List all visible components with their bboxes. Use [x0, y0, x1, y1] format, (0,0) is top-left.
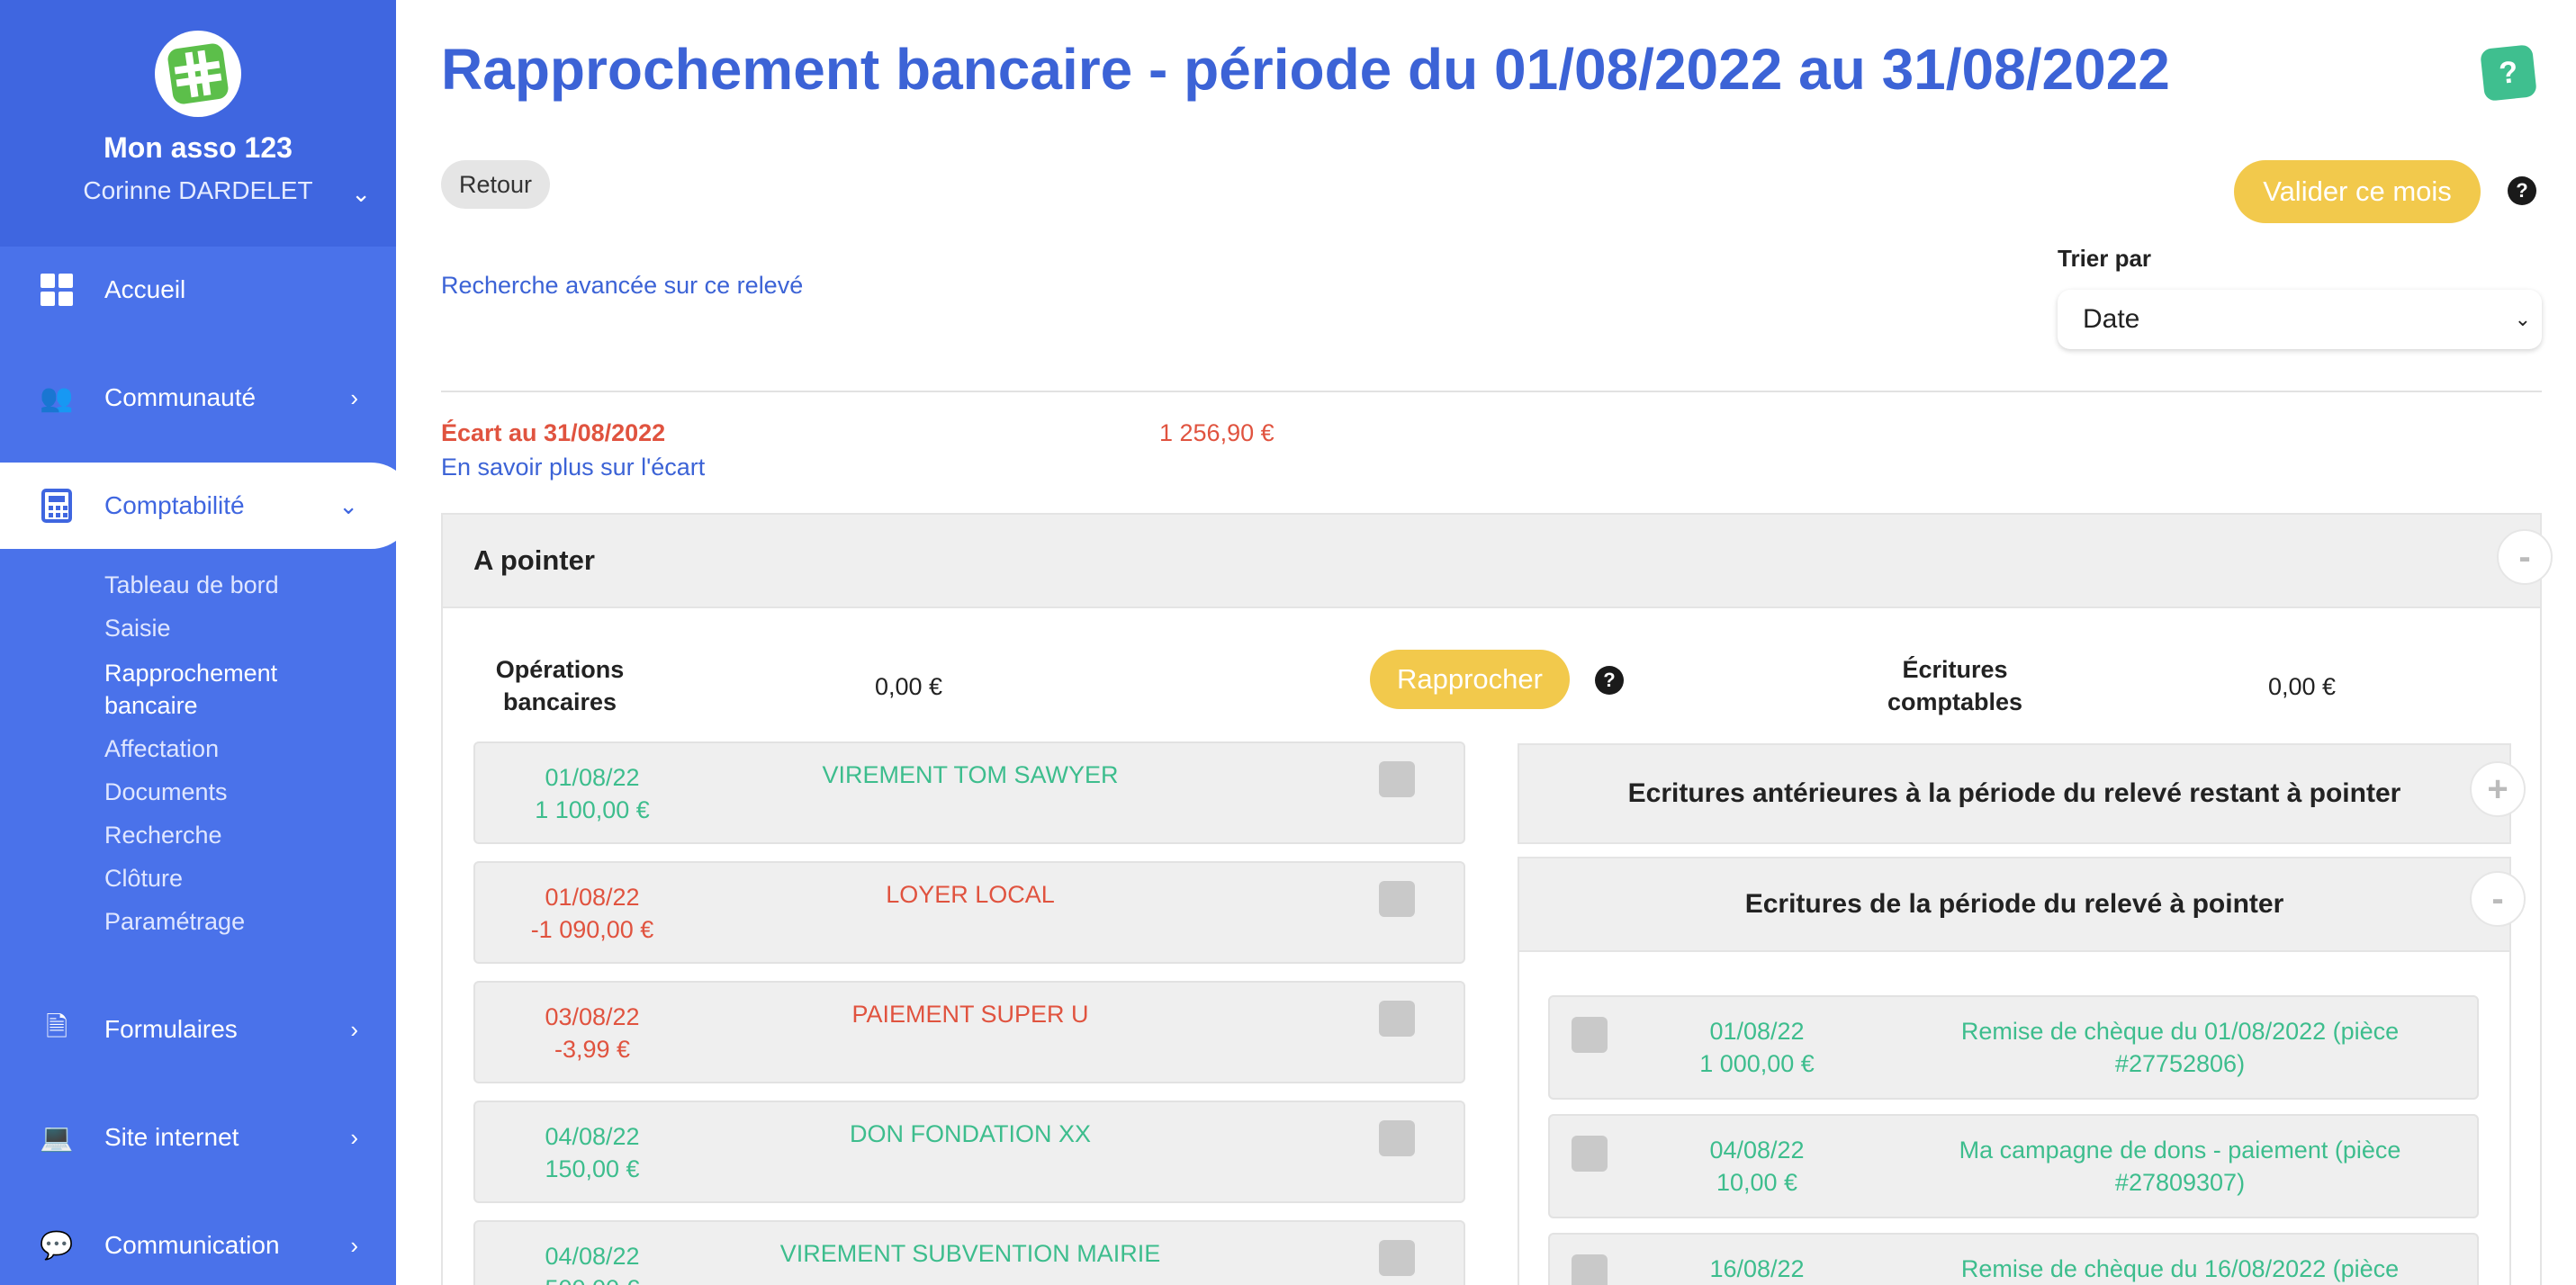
collapse-period-entries-button[interactable]: -: [2470, 871, 2526, 927]
subnav-parametrage[interactable]: Paramétrage: [104, 905, 245, 938]
operation-date-amount: 04/08/22500,00 €: [545, 1243, 640, 1285]
gap-info-link[interactable]: En savoir plus sur l'écart: [441, 454, 705, 481]
entry-label: Remise de chèque du 01/08/2022 (pièce #27…: [1960, 1018, 2400, 1077]
accounting-entries-label: Écritures comptables: [1887, 656, 2023, 715]
entry-checkbox[interactable]: [1572, 1136, 1608, 1172]
advanced-search-link[interactable]: Recherche avancée sur ce relevé: [441, 272, 803, 300]
period-entries-panel: Ecritures de la période du relevé à poin…: [1518, 857, 2511, 1285]
operation-label: LOYER LOCAL: [886, 881, 1055, 908]
chat-icon: 💬: [40, 1230, 74, 1261]
operation-date-amount: 04/08/22 150,00 €: [545, 1123, 640, 1182]
period-entries-title: Ecritures de la période du relevé à poin…: [1519, 858, 2509, 952]
gap-value: 1 256,90 €: [1159, 419, 1274, 446]
entry-date-amount: 16/08/22: [1709, 1255, 1805, 1282]
operation-label: VIREMENT SUBVENTION MAIRIE: [779, 1240, 1161, 1267]
help-button[interactable]: ?: [2480, 44, 2537, 102]
subnav-tableau-de-bord[interactable]: Tableau de bord: [104, 569, 279, 601]
sidebar: Mon asso 123 Corinne DARDELET ⌄ Accueil …: [0, 0, 414, 1285]
accounting-entry-card[interactable]: 01/08/22 1 000,00 € Remise de chèque du 0…: [1548, 995, 2479, 1100]
accounting-entries-total: 0,00 €: [2268, 673, 2337, 700]
entry-checkbox[interactable]: [1572, 1017, 1608, 1053]
page-title: Rapprochement bancaire - période du 01/0…: [441, 37, 2170, 102]
operation-checkbox[interactable]: [1379, 761, 1415, 797]
document-icon: 🗎: [45, 1011, 68, 1042]
sidebar-item-communication[interactable]: 💬 Communication ›: [0, 1202, 396, 1285]
chevron-down-icon: ⌄: [338, 491, 358, 519]
question-icon[interactable]: ?: [2508, 176, 2536, 205]
divider: [441, 391, 2542, 392]
bank-operation-card[interactable]: 01/08/22 1 100,00 € VIREMENT TOM SAWYER: [473, 741, 1465, 844]
operation-checkbox[interactable]: [1379, 1120, 1415, 1156]
bank-operation-card[interactable]: 01/08/22 -1 090,00 € LOYER LOCAL: [473, 861, 1465, 964]
question-icon[interactable]: ?: [1595, 666, 1624, 695]
entry-date-amount: 01/08/22 1 000,00 €: [1699, 1018, 1815, 1077]
chevron-right-icon: ›: [350, 383, 358, 411]
subnav-affectation[interactable]: Affectation: [104, 732, 219, 765]
laptop-icon: 💻: [40, 1122, 74, 1153]
sort-label: Trier par: [2058, 245, 2152, 272]
earlier-entries-panel[interactable]: Ecritures antérieures à la période du re…: [1518, 743, 2511, 844]
subnav-rapprochement-bancaire[interactable]: Rapprochement bancaire: [104, 657, 320, 722]
operation-date-amount: 01/08/22 -1 090,00 €: [530, 884, 654, 943]
sidebar-item-label: Comptabilité: [104, 491, 245, 519]
sort-select-value: Date: [2083, 304, 2140, 334]
gap-label: Écart au 31/08/2022: [441, 419, 666, 446]
operation-date-amount: 03/08/22 -3,99 €: [545, 1003, 640, 1063]
sidebar-item-label: Communication: [104, 1231, 280, 1259]
users-icon: 👥: [40, 382, 74, 413]
bank-operation-card[interactable]: 03/08/22 -3,99 € PAIEMENT SUPER U: [473, 981, 1465, 1083]
earlier-entries-title: Ecritures antérieures à la période du re…: [1519, 745, 2509, 842]
operation-label: PAIEMENT SUPER U: [851, 1001, 1089, 1028]
entry-date-amount: 04/08/22 10,00 €: [1709, 1137, 1805, 1196]
collapse-panel-button[interactable]: -: [2497, 529, 2553, 585]
sidebar-item-label: Accueil: [104, 275, 186, 303]
chevron-right-icon: ›: [350, 1015, 358, 1043]
sidebar-item-label: Communauté: [104, 383, 257, 411]
operation-label: DON FONDATION XX: [849, 1120, 1091, 1147]
subnav-documents[interactable]: Documents: [104, 776, 228, 808]
org-name: Mon asso 123: [104, 131, 293, 164]
sidebar-item-formulaires[interactable]: 🗎 Formulaires ›: [0, 986, 396, 1073]
sidebar-item-comptabilite[interactable]: Comptabilité ⌄: [0, 463, 414, 549]
entry-label: Remise de chèque du 16/08/2022 (pièce: [1960, 1255, 2400, 1282]
chevron-right-icon: ›: [350, 1231, 358, 1259]
operation-date-amount: 01/08/22 1 100,00 €: [535, 764, 650, 823]
sort-select[interactable]: Date ⌄: [2058, 290, 2542, 349]
sidebar-item-communaute[interactable]: 👥 Communauté ›: [0, 355, 396, 441]
entry-label: Ma campagne de dons - paiement (pièce #27…: [1959, 1137, 2401, 1196]
sidebar-item-accueil[interactable]: Accueil: [0, 247, 396, 333]
bank-operations-label: Opérations bancaires: [495, 656, 625, 715]
operation-checkbox[interactable]: [1379, 1001, 1415, 1037]
sidebar-item-site-internet[interactable]: 💻 Site internet ›: [0, 1094, 396, 1181]
operation-checkbox[interactable]: [1379, 881, 1415, 917]
accounting-entry-card[interactable]: 04/08/22 10,00 € Ma campagne de dons - pa…: [1548, 1114, 2479, 1218]
chevron-down-icon[interactable]: ⌄: [351, 180, 371, 208]
subnav-saisie[interactable]: Saisie: [104, 612, 171, 644]
expand-earlier-entries-button[interactable]: +: [2470, 761, 2526, 817]
operation-checkbox[interactable]: [1379, 1240, 1415, 1276]
bank-operation-card[interactable]: 04/08/22500,00 € VIREMENT SUBVENTION MAI…: [473, 1220, 1465, 1285]
subnav-cloture[interactable]: Clôture: [104, 862, 183, 894]
to-reconcile-panel: A pointer Opérations bancaires 0,00 € Rap…: [441, 513, 2542, 1285]
accounting-entry-card[interactable]: 16/08/22 Remise de chèque du 16/08/2022 …: [1548, 1233, 2479, 1285]
calculator-icon: [38, 487, 76, 525]
org-logo: [155, 31, 241, 117]
chevron-right-icon: ›: [350, 1123, 358, 1151]
chevron-down-icon: ⌄: [2514, 308, 2531, 330]
user-name: Corinne DARDELET: [83, 176, 313, 204]
validate-month-button[interactable]: Valider ce mois: [2234, 160, 2481, 223]
reconcile-button[interactable]: Rapprocher: [1370, 650, 1570, 709]
sidebar-item-label: Formulaires: [104, 1015, 238, 1043]
panel-title: A pointer: [443, 515, 2540, 608]
back-button[interactable]: Retour: [441, 160, 551, 209]
org-header[interactable]: Mon asso 123 Corinne DARDELET ⌄: [0, 0, 396, 247]
entry-checkbox[interactable]: [1572, 1254, 1608, 1285]
dashboard-icon: [38, 271, 76, 309]
bank-operations-total: 0,00 €: [875, 673, 943, 700]
subnav-recherche[interactable]: Recherche: [104, 819, 222, 851]
bank-operation-card[interactable]: 04/08/22 150,00 € DON FONDATION XX: [473, 1101, 1465, 1203]
operation-label: VIREMENT TOM SAWYER: [822, 761, 1119, 788]
sidebar-item-label: Site internet: [104, 1123, 239, 1151]
